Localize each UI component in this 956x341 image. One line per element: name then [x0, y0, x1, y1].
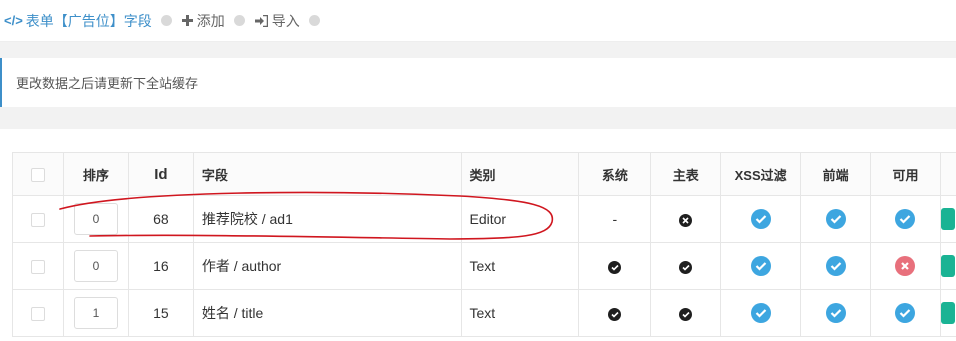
col-header-front: 前端 [800, 152, 872, 196]
row-id: 16 [127, 242, 194, 290]
row-system-value: - [578, 195, 652, 243]
check-circle-icon[interactable] [825, 209, 846, 229]
times-circle-icon[interactable] [895, 256, 916, 276]
form-fields-tab[interactable]: </> 表单【广告位】字段 [4, 11, 152, 31]
plus-icon [181, 15, 193, 26]
row-checkbox[interactable] [12, 195, 64, 243]
check-circle-icon[interactable] [895, 303, 916, 323]
col-header-xss: XSS过滤 [720, 152, 802, 196]
toolbar: </> 表单【广告位】字段 添加 导入 [0, 0, 956, 42]
cache-notice: 更改数据之后请更新下全站缓存 [0, 58, 956, 107]
separator-dot [308, 15, 320, 26]
col-header-field: 字段 [192, 152, 462, 196]
add-button-label: 添加 [196, 12, 225, 29]
row-checkbox[interactable] [12, 289, 64, 337]
import-button[interactable]: 导入 [254, 11, 300, 31]
row-checkbox[interactable] [12, 242, 64, 290]
select-all-checkbox[interactable] [12, 152, 64, 196]
check-circle-icon[interactable] [750, 209, 771, 229]
row-type: Text [460, 242, 580, 290]
import-icon [254, 14, 268, 27]
order-input[interactable]: 1 [73, 297, 118, 329]
import-button-label: 导入 [271, 12, 300, 29]
row-field-name[interactable]: 推荐院校 / ad1 [192, 195, 462, 243]
row-field-name[interactable]: 作者 / author [192, 242, 462, 290]
table-header-row: 排序 Id 字段 类别 系统 主表 XSS过滤 前端 可用 [12, 152, 956, 196]
check-circle-icon[interactable] [608, 307, 622, 321]
code-icon: </> [4, 13, 23, 28]
edit-button[interactable] [940, 208, 955, 230]
check-circle-icon[interactable] [679, 260, 693, 274]
check-circle-icon[interactable] [825, 303, 846, 323]
col-header-id[interactable]: Id [127, 152, 194, 196]
table-row: 0 68 推荐院校 / ad1 Editor - [12, 195, 956, 243]
col-header-order[interactable]: 排序 [62, 152, 129, 196]
check-circle-icon[interactable] [679, 307, 693, 321]
fields-table: 排序 Id 字段 类别 系统 主表 XSS过滤 前端 可用 0 68 推荐院校 … [12, 152, 956, 337]
col-header-enabled: 可用 [870, 152, 941, 196]
cache-notice-text: 更改数据之后请更新下全站缓存 [16, 76, 199, 91]
add-button[interactable]: 添加 [181, 11, 225, 31]
row-id: 68 [127, 195, 194, 243]
check-circle-icon[interactable] [895, 209, 916, 229]
table-row: 0 16 作者 / author Text [12, 242, 956, 290]
order-input[interactable]: 0 [73, 203, 118, 235]
col-header-actions [939, 152, 956, 196]
table-row: 1 15 姓名 / title Text [12, 289, 956, 337]
check-circle-icon[interactable] [750, 256, 771, 276]
times-circle-icon[interactable] [679, 213, 693, 227]
separator-dot [233, 15, 245, 26]
check-circle-icon[interactable] [608, 260, 622, 274]
check-circle-icon[interactable] [750, 303, 771, 323]
row-type: Editor [460, 195, 580, 243]
col-header-main: 主表 [650, 152, 722, 196]
order-input[interactable]: 0 [73, 250, 118, 282]
edit-button[interactable] [940, 255, 955, 277]
check-circle-icon[interactable] [825, 256, 846, 276]
row-id: 15 [127, 289, 194, 337]
edit-button[interactable] [940, 302, 955, 324]
row-type: Text [460, 289, 580, 337]
col-header-system: 系统 [578, 152, 652, 196]
fields-table-container: 排序 Id 字段 类别 系统 主表 XSS过滤 前端 可用 0 68 推荐院校 … [12, 152, 956, 341]
col-header-type: 类别 [460, 152, 580, 196]
separator-dot [160, 15, 172, 26]
row-field-name[interactable]: 姓名 / title [192, 289, 462, 337]
form-fields-tab-label: 表单【广告位】字段 [25, 12, 152, 29]
